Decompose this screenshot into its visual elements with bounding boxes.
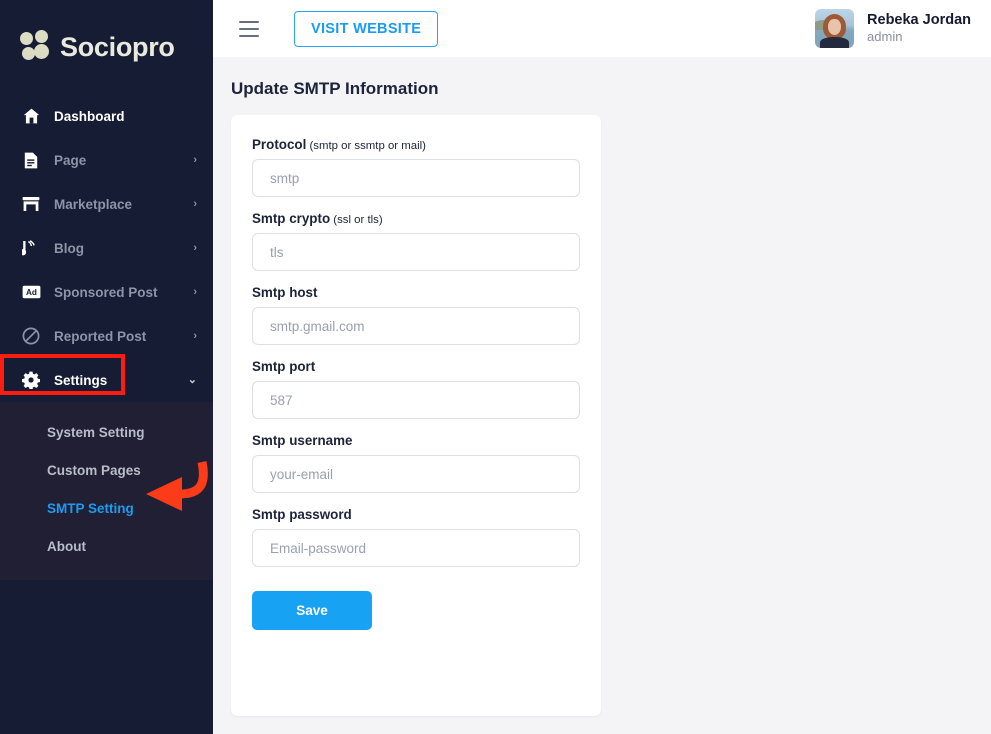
user-name: Rebeka Jordan <box>867 12 971 29</box>
brand-name: Sociopro <box>60 31 175 62</box>
sidebar-item-sponsored-post[interactable]: Ad Sponsored Post › <box>0 270 213 314</box>
sidebar-item-label: Dashboard <box>54 108 125 124</box>
chevron-right-icon: › <box>193 197 197 210</box>
smtp-host-input[interactable] <box>252 307 580 345</box>
field-label-text: Smtp username <box>252 433 353 448</box>
block-icon <box>20 327 42 345</box>
sidebar: Sociopro Dashboard Page › Marketplace › … <box>0 0 213 734</box>
field-label-text: Protocol <box>252 137 307 152</box>
home-icon <box>20 108 42 124</box>
sidebar-item-label: Reported Post <box>54 328 147 344</box>
sidebar-item-page[interactable]: Page › <box>0 138 213 182</box>
chevron-right-icon: › <box>193 329 197 342</box>
avatar <box>815 9 855 48</box>
field-protocol: Protocol (smtp or ssmtp or mail) <box>252 137 580 197</box>
sidebar-subitem-system-setting[interactable]: System Setting <box>0 414 213 452</box>
page-title: Update SMTP Information <box>231 79 439 98</box>
field-smtp-host: Smtp host <box>252 285 580 345</box>
main-area: VISIT WEBSITE Rebeka Jordan admin Update… <box>213 0 991 734</box>
sidebar-item-label: Page <box>54 152 87 168</box>
field-label-text: Smtp host <box>252 285 318 300</box>
field-label: Protocol (smtp or ssmtp or mail) <box>252 137 580 152</box>
field-label-hint: (smtp or ssmtp or mail) <box>306 140 426 152</box>
gear-icon <box>20 371 42 389</box>
brand-logo[interactable]: Sociopro <box>0 0 213 94</box>
sidebar-item-label: Marketplace <box>54 196 133 212</box>
smtp-crypto-input[interactable] <box>252 233 580 271</box>
sidebar-subitem-custom-pages[interactable]: Custom Pages <box>0 452 213 490</box>
save-button[interactable]: Save <box>252 591 372 630</box>
hamburger-icon[interactable] <box>239 20 259 37</box>
store-icon <box>20 196 42 212</box>
app-root: Sociopro Dashboard Page › Marketplace › … <box>0 0 991 734</box>
field-label: Smtp crypto (ssl or tls) <box>252 211 580 226</box>
field-label: Smtp password <box>252 507 580 522</box>
user-menu[interactable]: Rebeka Jordan admin <box>815 9 971 48</box>
field-label-text: Smtp password <box>252 507 352 522</box>
chevron-down-icon: ⌄ <box>187 373 197 386</box>
clover-dots-logo-icon <box>20 30 54 64</box>
sidebar-subitem-smtp-setting[interactable]: SMTP Setting <box>0 490 213 528</box>
sidebar-subitem-about[interactable]: About <box>0 528 213 566</box>
smtp-password-input[interactable] <box>252 529 580 567</box>
smtp-form-card: Protocol (smtp or ssmtp or mail) Smtp cr… <box>231 115 601 716</box>
blog-rss-icon <box>20 239 42 257</box>
field-smtp-crypto: Smtp crypto (ssl or tls) <box>252 211 580 271</box>
sidebar-item-label: Sponsored Post <box>54 284 158 300</box>
chevron-right-icon: › <box>193 241 197 254</box>
field-label: Smtp port <box>252 359 580 374</box>
sidebar-item-reported-post[interactable]: Reported Post › <box>0 314 213 358</box>
document-icon <box>20 152 42 169</box>
smtp-username-input[interactable] <box>252 455 580 493</box>
field-label: Smtp username <box>252 433 580 448</box>
field-label-text: Smtp port <box>252 359 316 374</box>
smtp-port-input[interactable] <box>252 381 580 419</box>
visit-website-button[interactable]: VISIT WEBSITE <box>294 10 439 47</box>
user-role: admin <box>867 29 903 45</box>
chevron-right-icon: › <box>193 153 197 166</box>
content-area: Update SMTP Information Protocol (smtp o… <box>213 57 991 734</box>
sidebar-item-label: Settings <box>54 372 108 388</box>
field-label: Smtp host <box>252 285 580 300</box>
field-smtp-password: Smtp password <box>252 507 580 567</box>
field-smtp-port: Smtp port <box>252 359 580 419</box>
sidebar-item-marketplace[interactable]: Marketplace › <box>0 182 213 226</box>
ad-icon: Ad <box>20 285 42 299</box>
sidebar-item-dashboard[interactable]: Dashboard <box>0 94 213 138</box>
sidebar-item-settings[interactable]: Settings ⌄ <box>0 358 213 402</box>
sidebar-item-label: Blog <box>54 240 84 256</box>
field-label-text: Smtp crypto <box>252 211 331 226</box>
svg-text:Ad: Ad <box>25 288 36 297</box>
topbar: VISIT WEBSITE Rebeka Jordan admin <box>213 0 991 57</box>
field-smtp-username: Smtp username <box>252 433 580 493</box>
chevron-right-icon: › <box>193 285 197 298</box>
sidebar-submenu-settings: System Setting Custom Pages SMTP Setting… <box>0 402 213 580</box>
protocol-input[interactable] <box>252 159 580 197</box>
sidebar-item-blog[interactable]: Blog › <box>0 226 213 270</box>
field-label-hint: (ssl or tls) <box>330 214 383 226</box>
user-meta: Rebeka Jordan admin <box>867 11 971 45</box>
sidebar-nav: Dashboard Page › Marketplace › Blog › Ad… <box>0 94 213 580</box>
